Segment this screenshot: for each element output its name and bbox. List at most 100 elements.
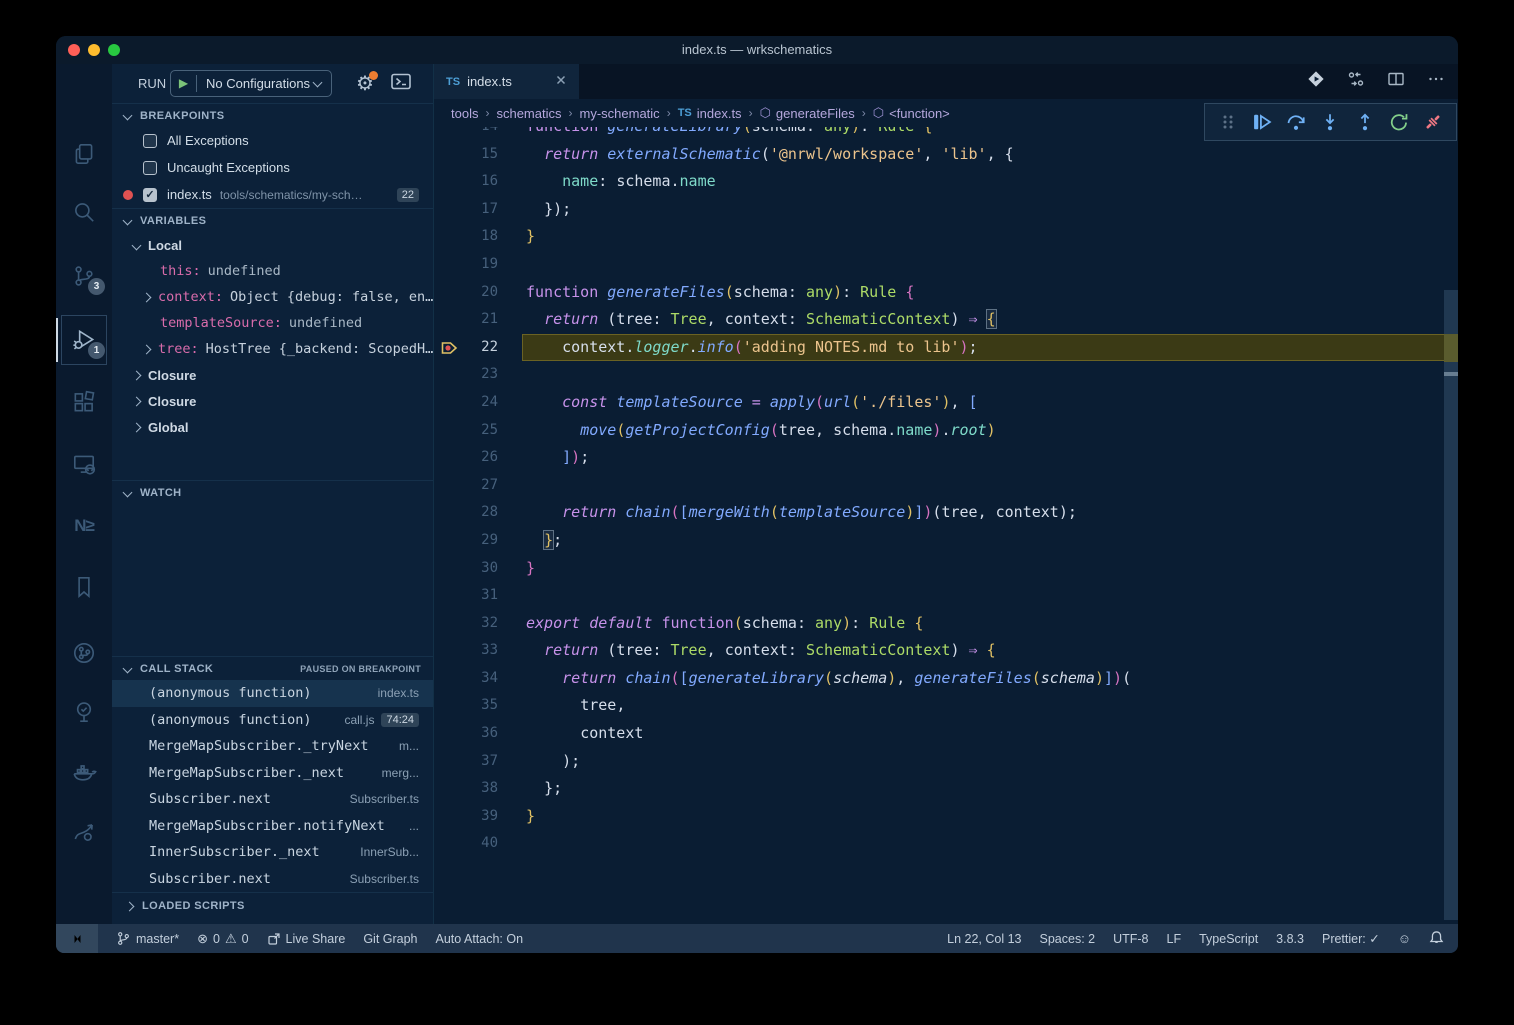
- overview-ruler[interactable]: [1444, 127, 1458, 924]
- gutter[interactable]: [434, 775, 464, 803]
- restart-button[interactable]: [1386, 109, 1412, 135]
- run-debug-icon[interactable]: 1: [56, 314, 112, 366]
- gutter[interactable]: [434, 665, 464, 693]
- feedback-icon[interactable]: ☺: [1398, 931, 1411, 946]
- callstack-frame[interactable]: Subscriber.nextSubscriber.ts: [112, 866, 433, 893]
- git-branch-status[interactable]: master*: [116, 931, 179, 946]
- code-line[interactable]: 26 ]);: [434, 444, 1444, 472]
- callstack-frame[interactable]: (anonymous function)call.js74:24: [112, 707, 433, 734]
- breakpoint-row[interactable]: Uncaught Exceptions: [112, 154, 433, 181]
- breakpoint-row[interactable]: All Exceptions: [112, 127, 433, 154]
- git-graph-status[interactable]: Git Graph: [363, 932, 417, 946]
- notifications-bell-icon[interactable]: [1429, 930, 1444, 948]
- gutter[interactable]: [434, 417, 464, 445]
- gutter[interactable]: [434, 444, 464, 472]
- code-line[interactable]: 19: [434, 251, 1444, 279]
- remote-indicator[interactable]: [56, 924, 98, 953]
- breakpoints-section-header[interactable]: BREAKPOINTS: [112, 103, 433, 127]
- gutter[interactable]: [434, 748, 464, 776]
- gutter[interactable]: [434, 830, 464, 858]
- indentation-status[interactable]: Spaces: 2: [1040, 932, 1096, 946]
- configure-gear-icon[interactable]: ⚙: [352, 71, 378, 97]
- continue-button[interactable]: [1249, 109, 1275, 135]
- callstack-frame[interactable]: MergeMapSubscriber._nextmerg...: [112, 760, 433, 787]
- disconnect-button[interactable]: [1420, 109, 1446, 135]
- watch-section-header[interactable]: WATCH: [112, 480, 433, 504]
- live-share-status[interactable]: Live Share: [267, 932, 346, 946]
- start-debug-icon[interactable]: ▶: [171, 75, 197, 92]
- gutter[interactable]: [434, 168, 464, 196]
- auto-attach-status[interactable]: Auto Attach: On: [436, 932, 524, 946]
- tab-index-ts[interactable]: TS index.ts: [434, 64, 579, 99]
- code-line[interactable]: 17 });: [434, 196, 1444, 224]
- gutter[interactable]: [434, 637, 464, 665]
- variable-row[interactable]: this:undefined: [112, 258, 433, 284]
- variable-scope-row[interactable]: Closure: [112, 388, 433, 414]
- breakpoint-checkbox[interactable]: [143, 134, 157, 148]
- code-line[interactable]: 37 );: [434, 748, 1444, 776]
- gutter[interactable]: [434, 306, 464, 334]
- variable-scope-row[interactable]: Local: [112, 232, 433, 258]
- extensions-icon[interactable]: [56, 376, 112, 428]
- code-line[interactable]: 18}: [434, 223, 1444, 251]
- debug-configuration-dropdown[interactable]: ▶ No Configurations: [170, 70, 332, 97]
- gutter[interactable]: [434, 472, 464, 500]
- call-stack-section-header[interactable]: CALL STACK PAUSED ON BREAKPOINT: [112, 656, 433, 680]
- code-line[interactable]: 23: [434, 361, 1444, 389]
- debug-console-icon[interactable]: [390, 72, 412, 97]
- code-line[interactable]: 40: [434, 830, 1444, 858]
- split-editor-icon[interactable]: [1386, 69, 1406, 94]
- variable-scope-row[interactable]: Closure: [112, 362, 433, 388]
- code-line[interactable]: 35 tree,: [434, 692, 1444, 720]
- project-manager-icon[interactable]: [56, 806, 112, 858]
- step-into-button[interactable]: [1317, 109, 1343, 135]
- code-line[interactable]: 15 return externalSchematic('@nrwl/works…: [434, 141, 1444, 169]
- code-line[interactable]: 38 };: [434, 775, 1444, 803]
- encoding-status[interactable]: UTF-8: [1113, 932, 1148, 946]
- code-line[interactable]: 22 context.logger.info('adding NOTES.md …: [434, 334, 1444, 362]
- language-status[interactable]: TypeScript: [1199, 932, 1258, 946]
- breadcrumb-item[interactable]: my-schematic: [580, 106, 660, 121]
- step-out-button[interactable]: [1352, 109, 1378, 135]
- variable-scope-row[interactable]: Global: [112, 414, 433, 440]
- code-line[interactable]: 32export default function(schema: any): …: [434, 610, 1444, 638]
- code-line[interactable]: 28 return chain([mergeWith(templateSourc…: [434, 499, 1444, 527]
- code-line[interactable]: 27: [434, 472, 1444, 500]
- code-line[interactable]: 29 };: [434, 527, 1444, 555]
- callstack-frame[interactable]: InnerSubscriber._nextInnerSub...: [112, 839, 433, 866]
- gutter[interactable]: [434, 527, 464, 555]
- code-line[interactable]: 31: [434, 582, 1444, 610]
- cursor-position-status[interactable]: Ln 22, Col 13: [947, 932, 1021, 946]
- close-tab-icon[interactable]: [555, 73, 567, 91]
- code-line[interactable]: 25 move(getProjectConfig(tree, schema.na…: [434, 417, 1444, 445]
- breakpoint-row[interactable]: ✓index.tstools/schematics/my-sch…22: [112, 181, 433, 208]
- gutter[interactable]: [434, 251, 464, 279]
- code-line[interactable]: 30}: [434, 555, 1444, 583]
- paused-breakpoint-icon[interactable]: [434, 334, 464, 362]
- loaded-scripts-section-header[interactable]: LOADED SCRIPTS: [112, 892, 433, 919]
- ts-version-status[interactable]: 3.8.3: [1276, 932, 1304, 946]
- code-line[interactable]: 33 return (tree: Tree, context: Schemati…: [434, 637, 1444, 665]
- breadcrumb-item[interactable]: TSindex.ts: [678, 106, 742, 121]
- breadcrumb-item[interactable]: ⬡<function>: [873, 105, 950, 121]
- code-line[interactable]: 20function generateFiles(schema: any): R…: [434, 279, 1444, 307]
- gutter[interactable]: [434, 196, 464, 224]
- explorer-icon[interactable]: [56, 128, 112, 180]
- gutter[interactable]: [434, 389, 464, 417]
- nx-console-icon[interactable]: N≥: [56, 500, 112, 552]
- step-over-button[interactable]: [1283, 109, 1309, 135]
- callstack-frame[interactable]: Subscriber.nextSubscriber.ts: [112, 786, 433, 813]
- code-line[interactable]: 36 context: [434, 720, 1444, 748]
- code-line[interactable]: 16 name: schema.name: [434, 168, 1444, 196]
- breadcrumb-item[interactable]: tools: [451, 106, 478, 121]
- remote-explorer-icon[interactable]: [56, 438, 112, 490]
- breakpoint-checkbox[interactable]: ✓: [143, 188, 157, 202]
- code-line[interactable]: 39}: [434, 803, 1444, 831]
- code-area[interactable]: 14function generateLibrary(schema: any):…: [434, 113, 1444, 858]
- breadcrumb-item[interactable]: schematics: [496, 106, 561, 121]
- eol-status[interactable]: LF: [1167, 932, 1182, 946]
- variable-row[interactable]: context:Object {debug: false, en…: [112, 284, 433, 310]
- gutter[interactable]: [434, 803, 464, 831]
- gutter[interactable]: [434, 555, 464, 583]
- variables-section-header[interactable]: VARIABLES: [112, 208, 433, 232]
